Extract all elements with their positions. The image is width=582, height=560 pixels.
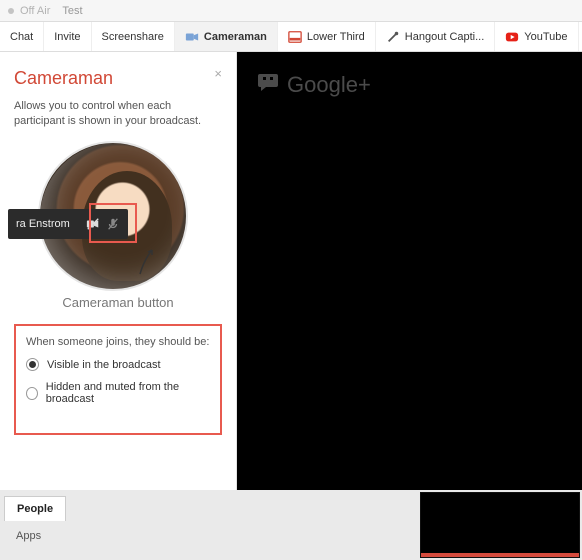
lower-third-icon (288, 30, 302, 44)
tab-people-label: People (17, 503, 53, 515)
camera-off-icon (86, 217, 100, 231)
tab-invite-label: Invite (54, 31, 80, 43)
tab-apps[interactable]: Apps (4, 524, 53, 548)
tab-youtube-label: YouTube (524, 31, 567, 43)
self-thumbnail[interactable] (420, 492, 580, 558)
tab-hangout-captions[interactable]: Hangout Capti... (376, 22, 496, 51)
video-stage: Google+ (237, 52, 582, 490)
tab-lower-third-label: Lower Third (307, 31, 365, 43)
tab-youtube[interactable]: YouTube (495, 22, 578, 51)
tab-lower-third[interactable]: Lower Third (278, 22, 376, 51)
radio-icon (26, 387, 38, 400)
tab-screenshare[interactable]: Screenshare (92, 22, 175, 51)
tab-invite[interactable]: Invite (44, 22, 91, 51)
hangout-name: Test (62, 5, 82, 17)
wand-icon (386, 30, 400, 44)
option-visible-label: Visible in the broadcast (47, 359, 161, 371)
main-area: Cameraman × Allows you to control when e… (0, 52, 582, 490)
youtube-icon (505, 30, 519, 44)
tab-people[interactable]: People (4, 496, 66, 521)
cameraman-panel: Cameraman × Allows you to control when e… (0, 52, 237, 490)
pointer-arrow (138, 246, 160, 276)
app-tabbar: Chat Invite Screenshare Cameraman Lower … (0, 22, 582, 52)
topbar: Off Air Test (0, 0, 582, 22)
join-options: When someone joins, they should be: Visi… (14, 324, 222, 435)
participant-name: ra Enstrom (8, 218, 78, 230)
option-visible[interactable]: Visible in the broadcast (26, 358, 210, 371)
panel-description: Allows you to control when each particip… (14, 99, 222, 129)
options-heading: When someone joins, they should be: (26, 336, 210, 348)
radio-icon (26, 358, 39, 371)
panel-title: Cameraman (14, 68, 222, 89)
option-hidden[interactable]: Hidden and muted from the broadcast (26, 381, 210, 405)
tab-scoot[interactable]: Scoot & D... (579, 22, 582, 51)
illustration-caption: Cameraman button (14, 295, 222, 310)
brand-text: Google+ (287, 72, 371, 98)
cameraman-button[interactable] (78, 209, 128, 239)
tab-chat[interactable]: Chat (0, 22, 44, 51)
tab-cameraman[interactable]: Cameraman (175, 22, 278, 51)
option-hidden-label: Hidden and muted from the broadcast (46, 381, 210, 405)
tab-hangout-captions-label: Hangout Capti... (405, 31, 485, 43)
bottom-bar: People Apps (0, 490, 582, 560)
tab-apps-label: Apps (16, 530, 41, 542)
off-air-text: Off Air (20, 5, 50, 17)
tab-screenshare-label: Screenshare (102, 31, 164, 43)
tab-cameraman-label: Cameraman (204, 31, 267, 43)
close-icon[interactable]: × (214, 66, 222, 81)
tab-chat-label: Chat (10, 31, 33, 43)
camera-icon (185, 30, 199, 44)
google-plus-brand: Google+ (257, 72, 371, 98)
off-air-indicator (8, 8, 14, 14)
mic-off-icon (106, 217, 120, 231)
filmstrip-area (237, 490, 420, 560)
bottom-tabs: People Apps (0, 490, 237, 560)
participant-pill: ra Enstrom (8, 209, 128, 239)
speech-bubble-icon (257, 72, 279, 98)
illustration: ra Enstrom (18, 141, 218, 291)
